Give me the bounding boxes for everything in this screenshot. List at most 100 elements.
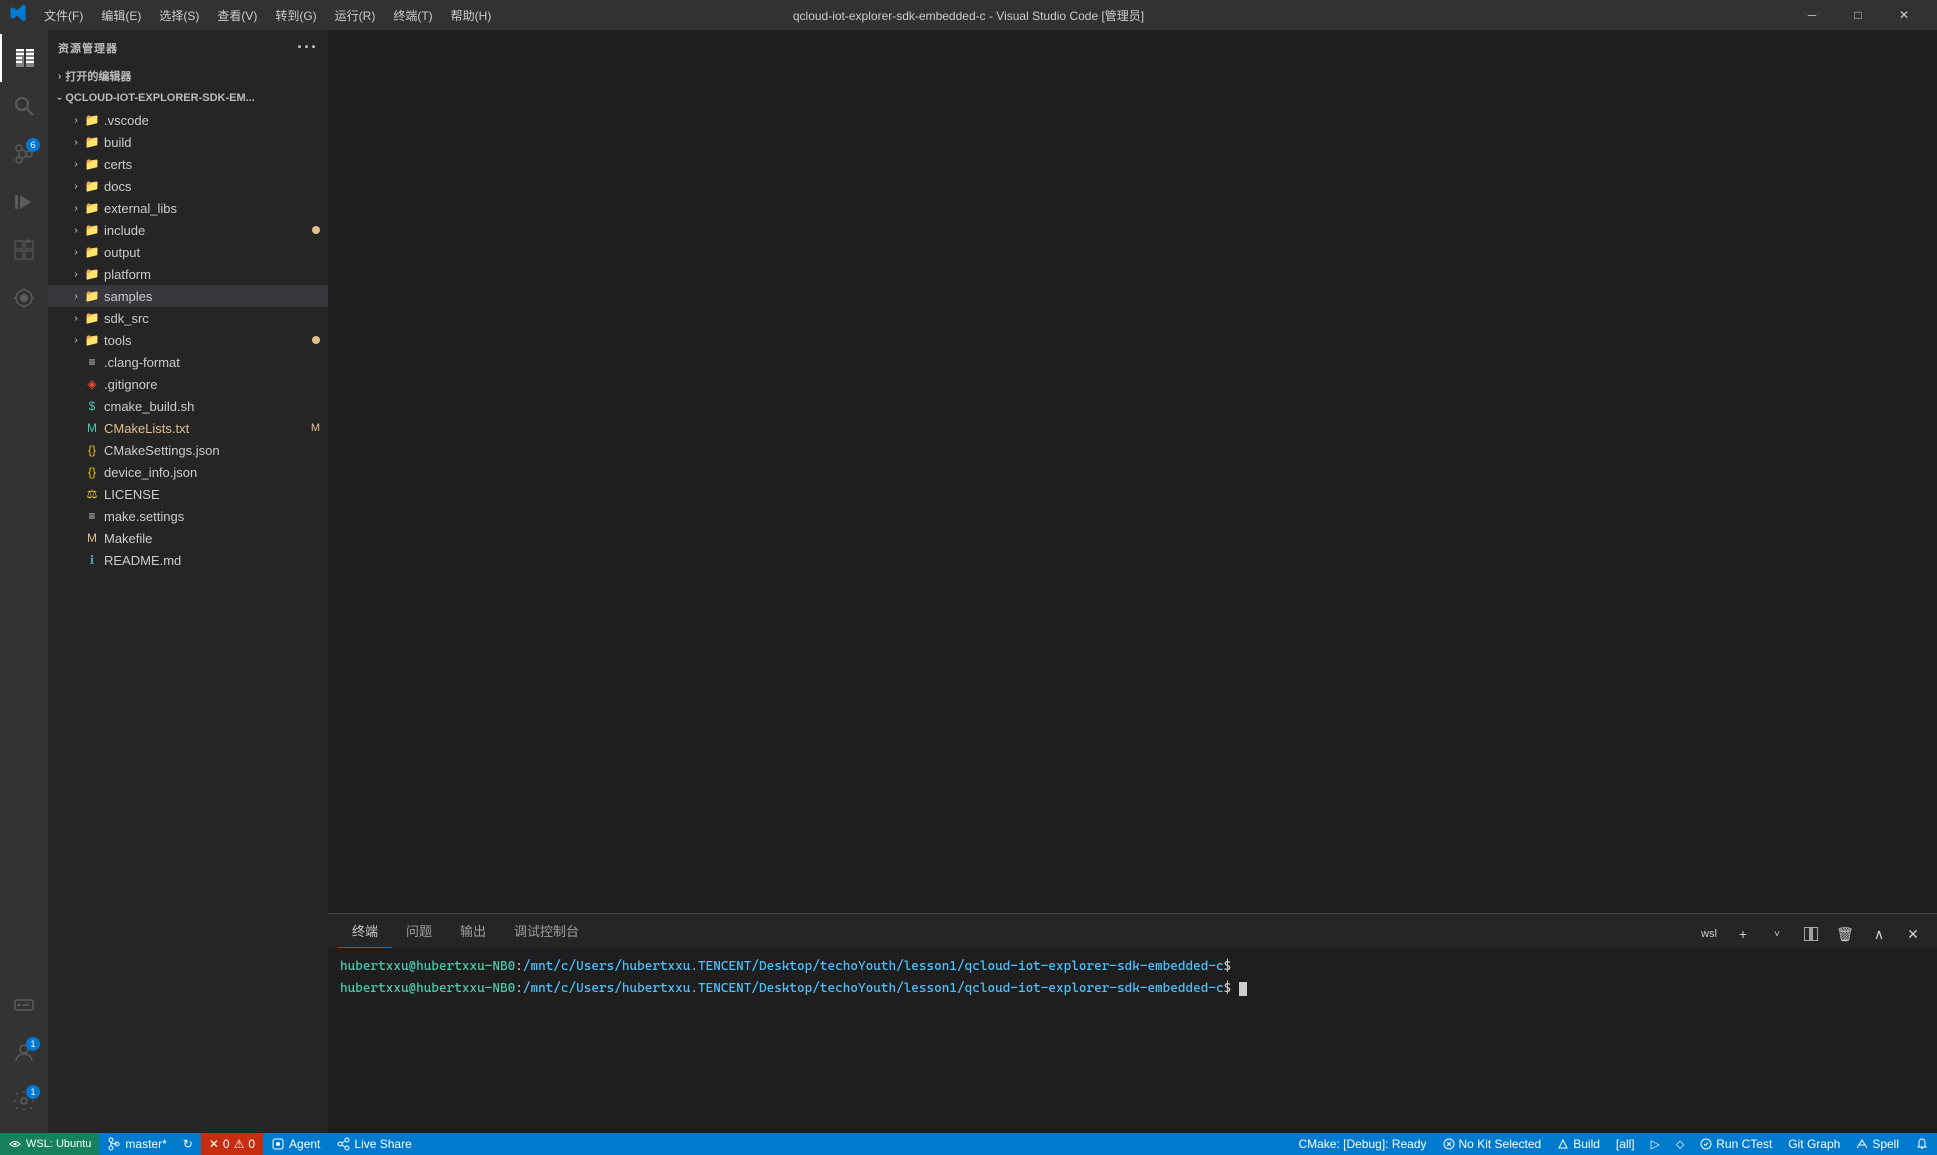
git-graph-label: Git Graph bbox=[1788, 1137, 1840, 1151]
terminal-dropdown-button[interactable]: ˅ bbox=[1763, 920, 1791, 948]
menu-goto[interactable]: 转到(G) bbox=[267, 5, 324, 26]
live-share-label: Live Share bbox=[354, 1137, 411, 1151]
sidebar-more-icon[interactable]: ··· bbox=[297, 37, 318, 58]
terminal-close-button[interactable]: ✕ bbox=[1899, 920, 1927, 948]
activity-iot[interactable] bbox=[0, 274, 48, 322]
file-vscode[interactable]: › 📁 .vscode bbox=[48, 109, 328, 131]
file-license[interactable]: ⚖ LICENSE bbox=[48, 483, 328, 505]
menu-file[interactable]: 文件(F) bbox=[36, 5, 91, 26]
folder-arrow-icon: › bbox=[68, 310, 84, 326]
file-build[interactable]: › 📁 build bbox=[48, 131, 328, 153]
menu-run[interactable]: 运行(R) bbox=[327, 5, 384, 26]
status-build[interactable]: Build bbox=[1549, 1133, 1608, 1155]
file-tools[interactable]: › 📁 tools bbox=[48, 329, 328, 351]
file-clang-format[interactable]: ≡ .clang-format bbox=[48, 351, 328, 373]
status-live-share[interactable]: Live Share bbox=[328, 1133, 419, 1155]
text-file-icon: ≡ bbox=[84, 508, 100, 524]
terminal-content[interactable]: hubertxxu@hubertxxu-NB0:/mnt/c/Users/hub… bbox=[328, 949, 1937, 1133]
file-readme[interactable]: ℹ README.md bbox=[48, 549, 328, 571]
activity-explorer[interactable] bbox=[0, 34, 48, 82]
terminal-dollar-1: $ bbox=[1224, 959, 1232, 974]
file-platform[interactable]: › 📁 platform bbox=[48, 263, 328, 285]
file-certs[interactable]: › 📁 certs bbox=[48, 153, 328, 175]
file-samples[interactable]: › 📁 samples bbox=[48, 285, 328, 307]
status-cmake[interactable]: CMake: [Debug]: Ready bbox=[1290, 1133, 1434, 1155]
sidebar-title: 资源管理器 bbox=[58, 40, 118, 56]
file-name: .clang-format bbox=[104, 355, 180, 370]
file-device-info[interactable]: {} device_info.json bbox=[48, 461, 328, 483]
menu-view[interactable]: 查看(V) bbox=[209, 5, 265, 26]
tab-terminal[interactable]: 终端 bbox=[338, 913, 392, 948]
status-remote-label: WSL: Ubuntu bbox=[26, 1138, 91, 1150]
activity-remote[interactable] bbox=[0, 981, 48, 1029]
file-include[interactable]: › 📁 include bbox=[48, 219, 328, 241]
file-gitignore[interactable]: ◈ .gitignore bbox=[48, 373, 328, 395]
status-spell[interactable]: Spell bbox=[1848, 1133, 1907, 1155]
activity-extensions[interactable] bbox=[0, 226, 48, 274]
menu-select[interactable]: 选择(S) bbox=[151, 5, 207, 26]
file-cmake-build-sh[interactable]: $ cmake_build.sh bbox=[48, 395, 328, 417]
file-make-settings[interactable]: ≡ make.settings bbox=[48, 505, 328, 527]
status-git-branch[interactable]: master* bbox=[99, 1133, 174, 1155]
folder-icon: 📁 bbox=[84, 288, 100, 304]
md-file-icon: ℹ bbox=[84, 552, 100, 568]
status-no-kit[interactable]: No Kit Selected bbox=[1435, 1133, 1550, 1155]
status-run-ctest[interactable]: Run CTest bbox=[1692, 1133, 1780, 1155]
sync-icon: ↻ bbox=[183, 1137, 193, 1151]
tab-debug-console[interactable]: 调试控制台 bbox=[500, 913, 593, 948]
file-external-libs[interactable]: › 📁 external_libs bbox=[48, 197, 328, 219]
open-editors-section[interactable]: › 打开的编辑器 bbox=[48, 65, 328, 87]
window-controls: ─ □ ✕ bbox=[1789, 0, 1927, 30]
settings-badge: 1 bbox=[26, 1085, 40, 1099]
folder-arrow-icon: › bbox=[68, 134, 84, 150]
menu-edit[interactable]: 编辑(E) bbox=[93, 5, 149, 26]
activity-settings[interactable]: 1 bbox=[0, 1077, 48, 1125]
activity-run[interactable] bbox=[0, 178, 48, 226]
activity-account[interactable]: 1 bbox=[0, 1029, 48, 1077]
terminal-maximize-button[interactable]: ∧ bbox=[1865, 920, 1893, 948]
status-remote[interactable]: WSL: Ubuntu bbox=[0, 1133, 99, 1155]
makefile-icon: M bbox=[84, 530, 100, 546]
menu-terminal[interactable]: 终端(T) bbox=[385, 5, 440, 26]
project-section[interactable]: › QCLOUD-IOT-EXPLORER-SDK-EM... bbox=[48, 87, 328, 109]
close-button[interactable]: ✕ bbox=[1881, 0, 1927, 30]
file-docs[interactable]: › 📁 docs bbox=[48, 175, 328, 197]
status-play-btn[interactable]: ▷ bbox=[1643, 1133, 1668, 1155]
agent-label: Agent bbox=[289, 1137, 320, 1151]
terminal-dollar-2: $ bbox=[1224, 981, 1239, 996]
terminal-split-button[interactable] bbox=[1797, 920, 1825, 948]
activity-source-control[interactable]: 6 bbox=[0, 130, 48, 178]
file-makefile[interactable]: M Makefile bbox=[48, 527, 328, 549]
terminal-add-button[interactable]: + bbox=[1729, 920, 1757, 948]
file-cmake-settings[interactable]: {} CMakeSettings.json bbox=[48, 439, 328, 461]
file-output[interactable]: › 📁 output bbox=[48, 241, 328, 263]
terminal-trash-button[interactable]: 🗑 bbox=[1831, 920, 1859, 948]
tab-output[interactable]: 输出 bbox=[446, 913, 500, 948]
menu-help[interactable]: 帮助(H) bbox=[443, 5, 500, 26]
file-cmakelists[interactable]: M CMakeLists.txt M bbox=[48, 417, 328, 439]
status-build-target[interactable]: [all] bbox=[1608, 1133, 1643, 1155]
file-name: certs bbox=[104, 157, 132, 172]
minimize-button[interactable]: ─ bbox=[1789, 0, 1835, 30]
maximize-button[interactable]: □ bbox=[1835, 0, 1881, 30]
status-notification[interactable] bbox=[1907, 1133, 1937, 1155]
status-errors[interactable]: ✕ 0 ⚠ 0 bbox=[201, 1133, 263, 1155]
status-git-graph[interactable]: Git Graph bbox=[1780, 1133, 1848, 1155]
error-icon: ✕ bbox=[209, 1137, 219, 1151]
status-sync[interactable]: ↻ bbox=[175, 1133, 201, 1155]
status-debug-btn[interactable]: ⬦ bbox=[1668, 1133, 1692, 1155]
debug-icon: ⬦ bbox=[1676, 1137, 1684, 1152]
file-sdk-src[interactable]: › 📁 sdk_src bbox=[48, 307, 328, 329]
folder-icon: 📁 bbox=[84, 178, 100, 194]
title-bar-left: 文件(F) 编辑(E) 选择(S) 查看(V) 转到(G) 运行(R) 终端(T… bbox=[10, 4, 499, 27]
status-agent[interactable]: Agent bbox=[263, 1133, 328, 1155]
modified-indicator bbox=[312, 226, 320, 234]
play-icon: ▷ bbox=[1651, 1137, 1660, 1151]
file-name: samples bbox=[104, 289, 152, 304]
license-file-icon: ⚖ bbox=[84, 486, 100, 502]
activity-bar-bottom: 1 1 bbox=[0, 981, 48, 1133]
status-branch-label: master* bbox=[125, 1137, 166, 1151]
tab-problems[interactable]: 问题 bbox=[392, 913, 446, 948]
activity-search[interactable] bbox=[0, 82, 48, 130]
build-label: Build bbox=[1573, 1137, 1600, 1151]
